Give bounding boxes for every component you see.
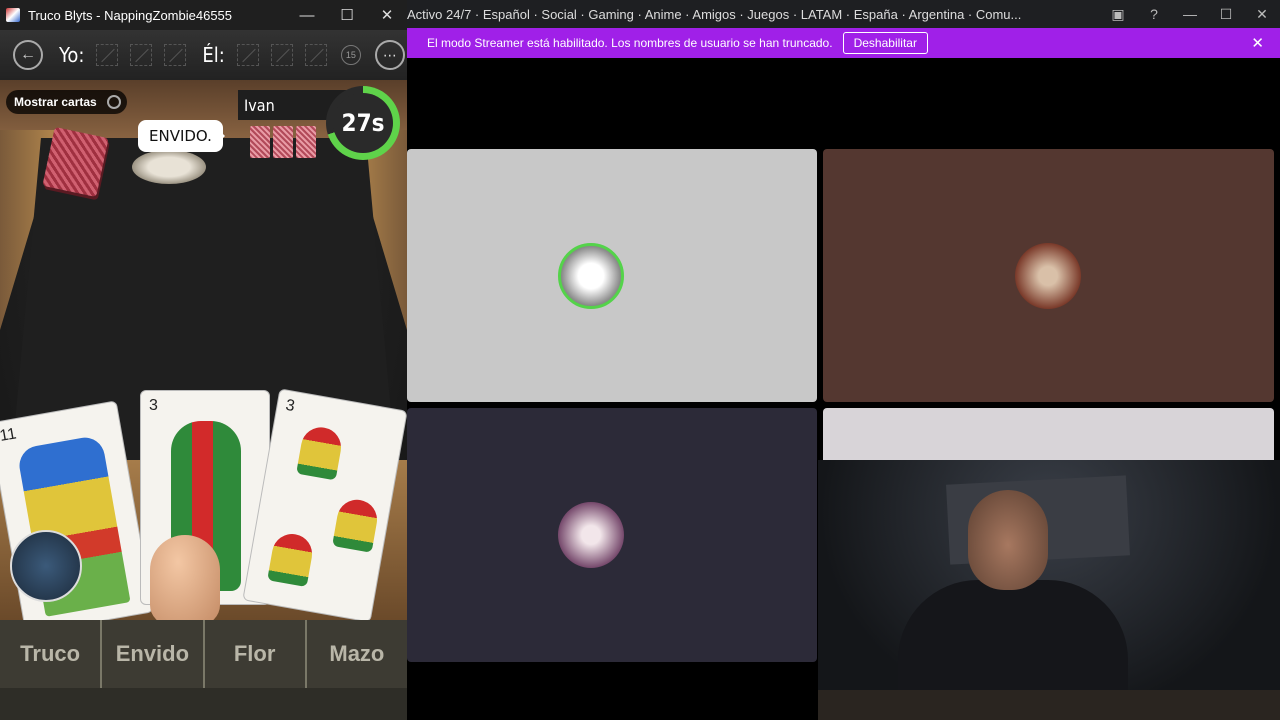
close-button[interactable]: ✕ [367,0,407,30]
voice-tile[interactable] [823,149,1274,402]
opponent-card-back [250,126,270,158]
desktop: Truco Blyts - NappingZombie46555 — ☐ ✕ ←… [0,0,1280,720]
my-score-label: Yo: [59,43,85,67]
show-cards-label: Mostrar cartas [14,95,97,109]
scorebar: ← Yo: Él: 15 ⋯ [0,30,407,80]
opponent-score-label: Él: [202,43,225,67]
flor-button[interactable]: Flor [205,620,307,688]
game-window: Truco Blyts - NappingZombie46555 — ☐ ✕ ←… [0,0,407,720]
streamer-mode-banner: El modo Streamer está habilitado. Los no… [407,28,1280,58]
maximize-icon[interactable]: ☐ [1208,0,1244,28]
envido-button[interactable]: Envido [102,620,205,688]
card-table: Mostrar cartas ENVIDO. Ivan 27s 11 3 3 [0,80,407,620]
app-icon [6,8,20,22]
opponent-card-back [296,126,316,158]
score-tally-icon [164,44,187,66]
minimize-icon[interactable]: — [1172,0,1208,28]
toggle-icon[interactable] [106,95,121,109]
mazo-button[interactable]: Mazo [307,620,407,688]
score-tally-icon [130,44,153,66]
timer-value: 27s [333,93,393,153]
speech-bubble: ENVIDO. [138,120,225,152]
webcam-overlay [818,460,1280,720]
user-avatar [558,502,624,568]
server-title: Activo 24/7 · Español · Social · Gaming … [407,6,1022,22]
discord-window: Activo 24/7 · Español · Social · Gaming … [407,0,1280,720]
score-tally-icon [96,44,119,66]
opponent-card-back [273,126,293,158]
game-titlebar: Truco Blyts - NappingZombie46555 — ☐ ✕ [0,0,407,30]
more-options-icon[interactable]: ⋯ [374,40,405,70]
show-cards-toggle[interactable]: Mostrar cartas [6,90,127,114]
maximize-button[interactable]: ☐ [327,0,367,30]
user-avatar [558,243,624,309]
truco-button[interactable]: Truco [0,620,103,688]
score-tally-icon [270,44,293,66]
voice-tile[interactable] [407,149,817,402]
turn-timer: 27s [326,86,400,160]
player-thumb [150,535,220,620]
streamer-head [968,490,1048,590]
card-number: 3 [284,396,297,416]
minimize-button[interactable]: — [287,0,327,30]
disable-streamer-button[interactable]: Deshabilitar [842,32,928,54]
voice-tile[interactable] [407,408,817,662]
help-icon[interactable]: ? [1136,0,1172,28]
close-icon[interactable]: ✕ [1244,0,1280,28]
card-art-cup [332,496,381,553]
game-window-title: Truco Blyts - NappingZombie46555 [28,7,233,23]
user-avatar [1015,243,1081,309]
streamer-message: El modo Streamer está habilitado. Los no… [427,36,833,50]
score-tally-icon [304,44,327,66]
player-avatar [10,530,82,602]
desk [818,690,1280,720]
close-banner-icon[interactable]: ✕ [1251,34,1264,52]
screen-share-icon[interactable]: ▣ [1100,0,1136,28]
action-bar: Truco Envido Flor Mazo [0,620,407,688]
card-number: 11 [0,425,18,445]
voice-tile[interactable] [823,408,1274,468]
back-arrow-icon[interactable]: ← [13,40,43,70]
game-footer [0,688,407,720]
target-points-badge: 15 [340,45,361,65]
card-number: 3 [149,397,158,414]
discord-titlebar: Activo 24/7 · Español · Social · Gaming … [407,0,1280,28]
score-tally-icon [236,44,259,66]
opponent-hand [250,126,316,158]
coffee-cup [132,150,206,184]
card-art-cup [267,530,316,588]
card-art-cup [296,424,345,481]
